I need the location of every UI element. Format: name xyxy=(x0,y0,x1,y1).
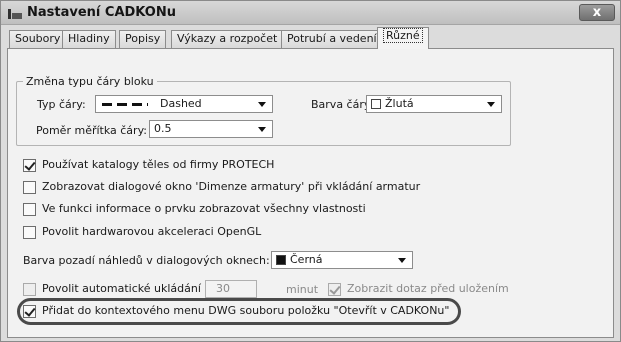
settings-window: Nastavení CADKONu x Soubory Hladiny Popi… xyxy=(0,0,621,342)
protech-option[interactable]: Používat katalogy těles od firmy PROTECH xyxy=(23,158,423,174)
dimension-dialog-checkbox[interactable] xyxy=(23,181,36,194)
tab-vykazy-a-rozpocet[interactable]: Výkazy a rozpočet xyxy=(171,30,284,48)
protech-label: Používat katalogy těles od firmy PROTECH xyxy=(42,158,275,171)
tab-ruzne[interactable]: Různé xyxy=(377,27,429,49)
opengl-checkbox[interactable] xyxy=(23,226,36,239)
color-swatch-icon xyxy=(276,255,286,265)
scale-select[interactable]: 0.5 xyxy=(149,120,273,138)
tab-ruzne-label: Různé xyxy=(383,28,423,43)
tab-potrubi-a-vedeni[interactable]: Potrubí a vedení xyxy=(281,30,383,48)
dashed-line-icon xyxy=(102,103,148,106)
highlight-outline xyxy=(17,298,461,325)
dimension-dialog-option[interactable]: Zobrazovat dialogové okno 'Dimenze armat… xyxy=(23,180,523,196)
tab-soubory[interactable]: Soubory xyxy=(9,30,67,48)
preview-bg-label: Barva pozadí náhledů v dialogových oknec… xyxy=(23,254,270,267)
title-bar: Nastavení CADKONu x xyxy=(1,1,620,25)
preview-bg-value: Černá xyxy=(290,253,323,266)
line-color-label: Barva čáry: xyxy=(311,98,374,111)
chevron-down-icon xyxy=(258,127,266,132)
show-all-props-option[interactable]: Ve funkci informace o prvku zobrazovat v… xyxy=(23,202,523,218)
window-title: Nastavení CADKONu xyxy=(27,5,176,20)
line-type-select[interactable]: Dashed xyxy=(95,95,273,113)
show-all-props-label: Ve funkci informace o prvku zobrazovat v… xyxy=(42,202,366,215)
close-button[interactable]: x xyxy=(579,4,615,21)
line-type-label: Typ čáry: xyxy=(37,98,86,111)
line-color-select[interactable]: Žlutá xyxy=(366,95,502,113)
app-icon xyxy=(7,7,23,19)
confirm-save-option[interactable]: Zobrazit dotaz před uložením xyxy=(328,282,558,298)
show-all-props-checkbox[interactable] xyxy=(23,203,36,216)
chevron-down-icon xyxy=(487,102,495,107)
opengl-option[interactable]: Povolit hardwarovou akceleraci OpenGL xyxy=(23,225,423,241)
line-color-value: Žlutá xyxy=(385,97,414,110)
autosave-minutes-unit: minut xyxy=(286,283,319,296)
dimension-dialog-label: Zobrazovat dialogové okno 'Dimenze armat… xyxy=(42,180,421,193)
protech-checkbox[interactable] xyxy=(23,159,36,172)
autosave-option[interactable]: Povolit automatické ukládání xyxy=(23,282,203,298)
confirm-save-checkbox[interactable] xyxy=(328,283,341,296)
line-type-value: Dashed xyxy=(160,97,202,110)
scale-label: Poměr měřítka čáry: xyxy=(36,124,147,137)
confirm-save-label: Zobrazit dotaz před uložením xyxy=(347,282,509,295)
color-swatch-icon xyxy=(371,99,381,109)
autosave-label: Povolit automatické ukládání xyxy=(42,282,201,295)
autosave-checkbox[interactable] xyxy=(23,283,36,296)
opengl-label: Povolit hardwarovou akceleraci OpenGL xyxy=(42,225,262,238)
scale-value: 0.5 xyxy=(154,122,172,135)
tab-hladiny[interactable]: Hladiny xyxy=(62,30,116,48)
chevron-down-icon xyxy=(398,258,406,263)
autosave-minutes-input[interactable]: 30 xyxy=(205,280,257,298)
preview-bg-select[interactable]: Černá xyxy=(271,251,413,269)
block-line-legend: Změna typu čáry bloku xyxy=(23,75,157,88)
tab-popisy[interactable]: Popisy xyxy=(119,30,167,48)
chevron-down-icon xyxy=(258,102,266,107)
